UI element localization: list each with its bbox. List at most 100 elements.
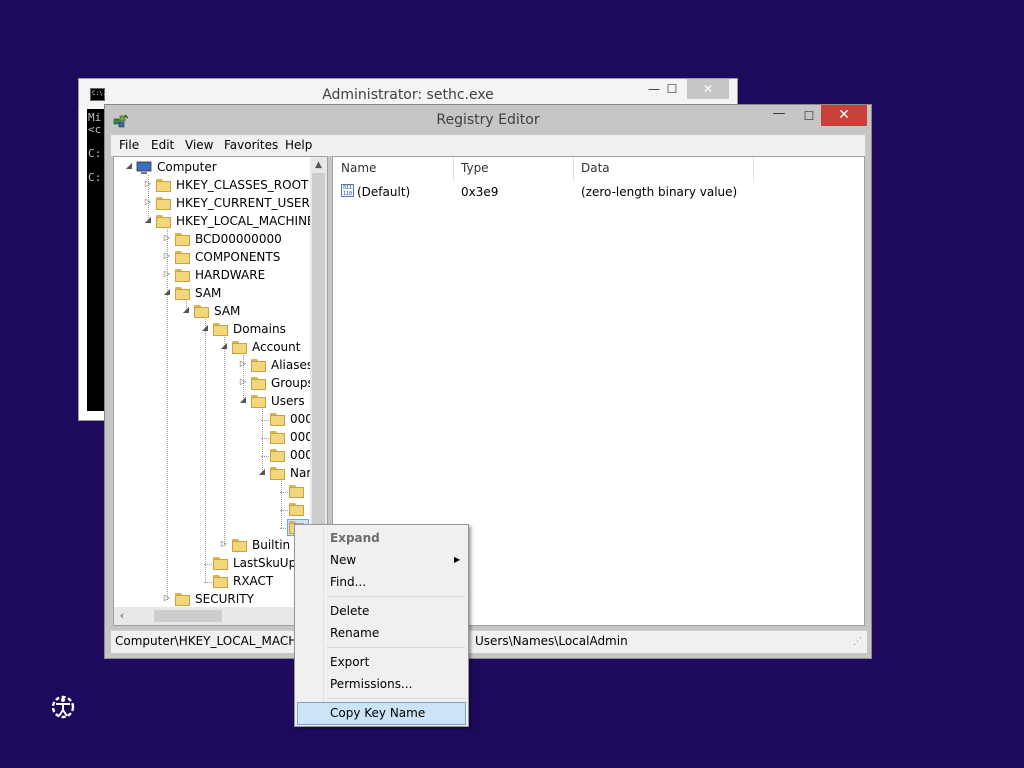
tree-node-label: HKEY_CLASSES_ROOT xyxy=(176,178,309,192)
context-menu-rename[interactable]: Rename xyxy=(298,622,465,644)
regedit-close-button[interactable]: ✕ xyxy=(821,105,867,126)
tree-node[interactable] xyxy=(114,483,310,501)
tree-node[interactable] xyxy=(114,501,310,519)
context-menu-new[interactable]: New ▶ xyxy=(298,549,465,571)
tree-node[interactable]: LastSkuUpg xyxy=(114,555,310,573)
regedit-title: Registry Editor xyxy=(436,112,540,128)
collapse-arrow-icon[interactable]: ◢ xyxy=(219,341,229,350)
tree-node[interactable]: ◢ Account xyxy=(114,339,310,357)
tree-node[interactable]: ▷ COMPONENTS xyxy=(114,249,310,267)
tree-node[interactable]: ◢ SAM xyxy=(114,303,310,321)
ease-of-access-icon[interactable] xyxy=(48,692,78,722)
menu-favorites[interactable]: Favorites xyxy=(224,135,278,156)
context-menu-separator xyxy=(327,698,465,699)
tree-node-label: Domains xyxy=(233,322,286,336)
context-menu-permissions[interactable]: Permissions... xyxy=(298,673,465,695)
tree-node[interactable]: ◢ Computer xyxy=(114,159,310,177)
tree-node[interactable]: ◢ Nar xyxy=(114,465,311,483)
tree-node[interactable]: ▷ HKEY_CURRENT_USER xyxy=(114,195,310,213)
expand-arrow-icon[interactable]: ▷ xyxy=(162,251,172,260)
tree-node[interactable]: ◢ Users xyxy=(114,393,310,411)
column-header-type[interactable]: Type xyxy=(461,161,489,179)
column-header-name[interactable]: Name xyxy=(341,161,376,179)
tree-node-label: Aliases xyxy=(271,358,314,372)
tree-node-label: COMPONENTS xyxy=(195,250,281,264)
context-menu-find[interactable]: Find... xyxy=(298,571,465,593)
console-line: <c xyxy=(88,123,102,136)
expand-arrow-icon[interactable]: ▷ xyxy=(238,377,248,386)
collapse-arrow-icon[interactable]: ◢ xyxy=(143,215,153,224)
menu-view[interactable]: View xyxy=(185,135,213,156)
cmd-close-button[interactable]: ✕ xyxy=(687,79,729,99)
regedit-minimize-button[interactable]: — xyxy=(765,105,793,127)
context-menu-copy-key-name[interactable]: Copy Key Name xyxy=(298,702,465,724)
tree-node[interactable]: 000 xyxy=(114,411,313,429)
folder-icon xyxy=(156,197,171,210)
tree-node[interactable] xyxy=(114,519,310,537)
collapse-arrow-icon[interactable]: ◢ xyxy=(124,161,134,170)
collapse-arrow-icon[interactable]: ◢ xyxy=(162,287,172,296)
tree-node[interactable]: ▷ Groups xyxy=(114,375,314,393)
context-menu-delete[interactable]: Delete xyxy=(298,600,465,622)
tree-node[interactable]: 000 xyxy=(114,429,313,447)
expand-arrow-icon[interactable]: ▷ xyxy=(143,197,153,206)
tree-node[interactable]: ▷ BCD00000000 xyxy=(114,231,310,249)
tree-node[interactable]: ▷ Builtin xyxy=(114,537,310,555)
expand-arrow-icon[interactable]: ▷ xyxy=(219,539,229,548)
folder-icon xyxy=(251,377,266,390)
computer-icon xyxy=(136,161,152,174)
tree-node-label: Groups xyxy=(271,376,314,390)
tree-node[interactable]: ▷ Aliases xyxy=(114,357,314,375)
tree-horizontal-scroll-thumb[interactable] xyxy=(154,610,222,622)
scroll-left-arrow-icon[interactable]: ‹ xyxy=(114,607,130,625)
tree-node-label: Builtin xyxy=(252,538,291,552)
collapse-arrow-icon[interactable]: ◢ xyxy=(238,395,248,404)
folder-icon xyxy=(270,449,285,462)
context-menu-label: New xyxy=(330,553,357,567)
tree-node[interactable]: ▷ HARDWARE xyxy=(114,267,310,285)
context-menu-export[interactable]: Export xyxy=(298,651,465,673)
regedit-window[interactable]: Registry Editor — ☐ ✕ File Edit View Fav… xyxy=(104,104,872,659)
folder-icon xyxy=(213,323,228,336)
collapse-arrow-icon[interactable]: ◢ xyxy=(200,323,210,332)
column-divider[interactable] xyxy=(573,157,574,181)
menu-help[interactable]: Help xyxy=(285,135,312,156)
context-menu-label: Permissions... xyxy=(330,677,413,691)
folder-icon xyxy=(194,305,209,318)
column-divider[interactable] xyxy=(453,157,454,181)
tree-node-label: HKEY_LOCAL_MACHINE xyxy=(176,214,315,228)
folder-icon xyxy=(270,413,285,426)
tree-node[interactable]: RXACT xyxy=(114,573,310,591)
tree-node-label: SECURITY xyxy=(195,592,254,606)
tree-horizontal-scrollbar[interactable]: ‹ xyxy=(114,607,310,625)
menu-file[interactable]: File xyxy=(119,135,139,156)
collapse-arrow-icon[interactable]: ◢ xyxy=(257,467,267,476)
tree-node[interactable]: ◢ HKEY_LOCAL_MACHINE xyxy=(114,213,315,231)
tree-nodes: ◢ Computer ▷ HKEY_CLASSES_ROOT ▷ HKEY_CURRENT… xyxy=(114,157,315,607)
folder-icon xyxy=(251,359,266,372)
folder-icon xyxy=(270,467,285,480)
cmd-maximize-button[interactable]: ☐ xyxy=(656,79,688,99)
expand-arrow-icon[interactable]: ▷ xyxy=(238,359,248,368)
context-menu: Expand New ▶ Find... Delete Rename Export Permi… xyxy=(294,524,469,727)
value-row[interactable]: 011 110 (Default) 0x3e9 (zero-length bin… xyxy=(341,183,861,201)
folder-icon xyxy=(175,593,190,606)
expand-arrow-icon[interactable]: ▷ xyxy=(162,233,172,242)
folder-icon xyxy=(175,251,190,264)
expand-arrow-icon[interactable]: ▷ xyxy=(143,179,153,188)
regedit-maximize-button[interactable]: ☐ xyxy=(795,105,823,127)
expand-arrow-icon[interactable]: ▷ xyxy=(162,593,172,602)
menu-edit[interactable]: Edit xyxy=(151,135,174,156)
column-divider[interactable] xyxy=(753,157,754,181)
folder-icon xyxy=(270,431,285,444)
scroll-up-arrow-icon[interactable]: ▲ xyxy=(310,157,327,173)
tree-node-label: HARDWARE xyxy=(195,268,266,282)
tree-node[interactable]: 000 xyxy=(114,447,313,465)
tree-node[interactable]: ▷ HKEY_CLASSES_ROOT xyxy=(114,177,310,195)
expand-arrow-icon[interactable]: ▷ xyxy=(162,269,172,278)
resize-grip-icon[interactable]: ⋰ xyxy=(853,637,865,649)
tree-node[interactable]: ◢ Domains xyxy=(114,321,310,339)
collapse-arrow-icon[interactable]: ◢ xyxy=(181,305,191,314)
tree-node[interactable]: ◢ SAM xyxy=(114,285,310,303)
column-header-data[interactable]: Data xyxy=(581,161,610,179)
